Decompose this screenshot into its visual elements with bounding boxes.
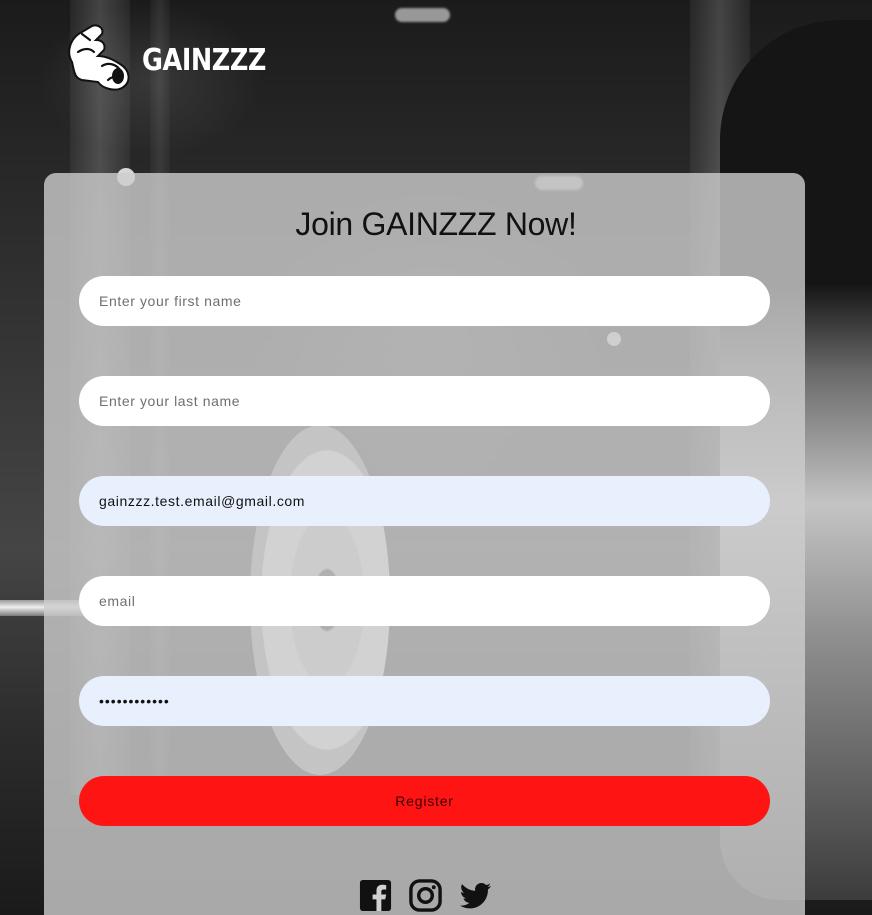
facebook-icon[interactable] [358,878,393,913]
password-input[interactable] [79,676,770,726]
register-button[interactable]: Register [79,776,770,826]
form-title: Join GAINZZZ Now! [295,206,577,242]
flexed-arm-icon [68,24,130,91]
last-name-input[interactable] [79,376,770,426]
first-name-input[interactable] [79,276,770,326]
brand-name: GAINZZZ [142,42,266,78]
twitter-icon[interactable] [458,878,493,913]
instagram-icon[interactable] [408,878,443,913]
brand-logo[interactable]: GAINZZZ [62,22,288,94]
social-links [358,878,493,913]
email-input[interactable] [79,576,770,626]
autofilled-email-input[interactable] [79,476,770,526]
